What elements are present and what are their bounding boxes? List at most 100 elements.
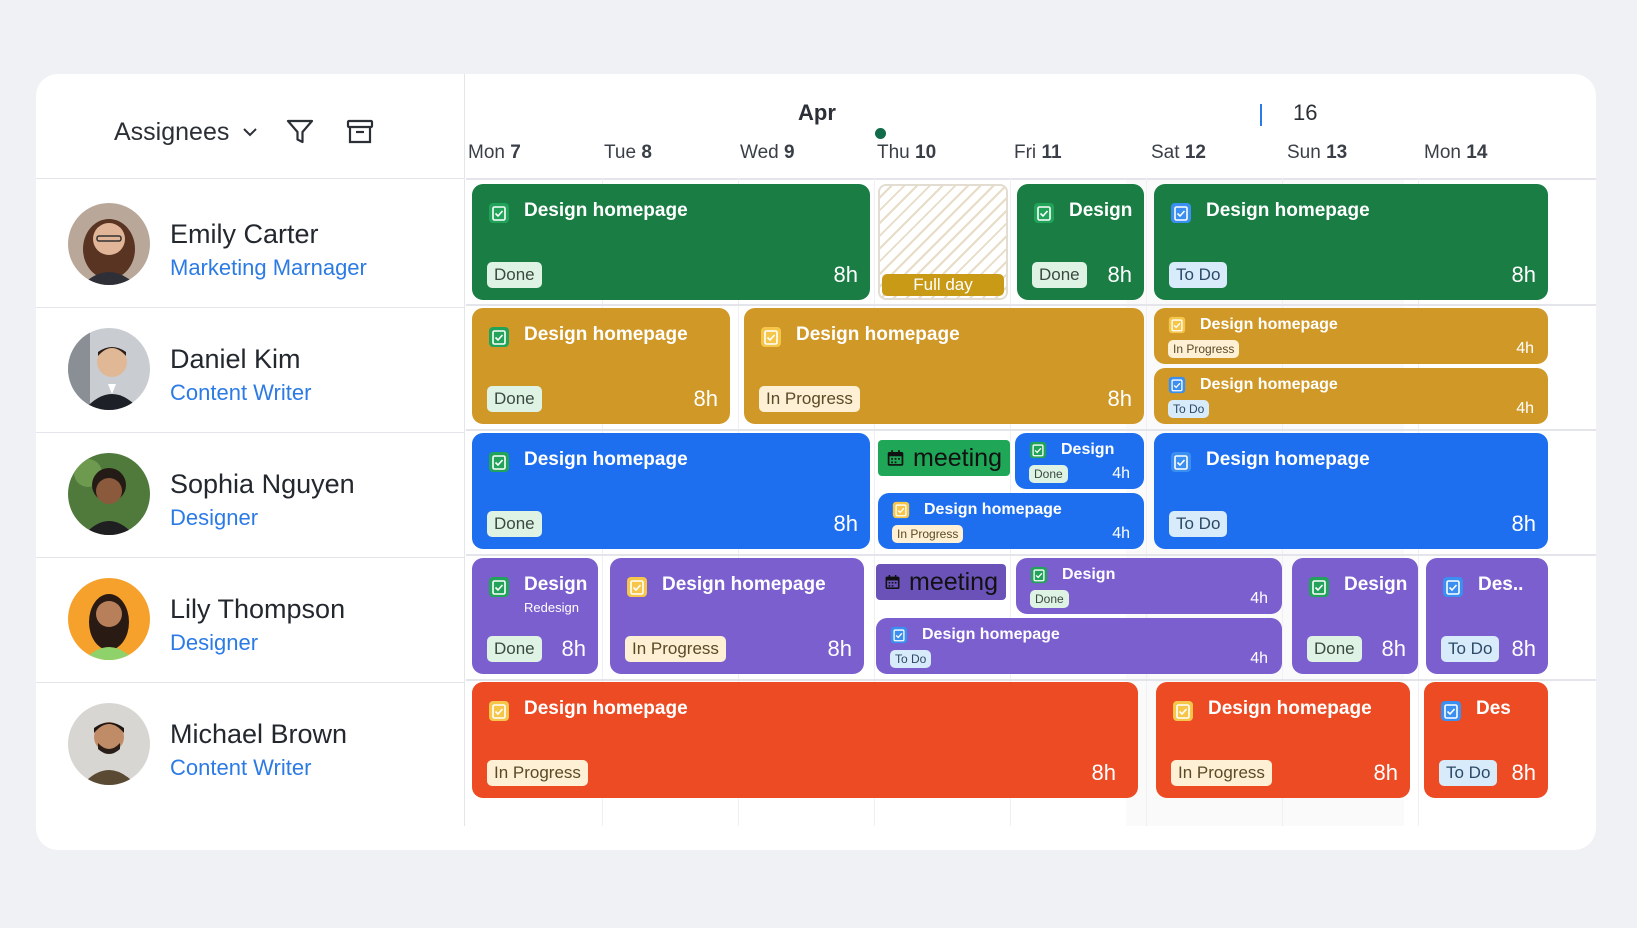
assignee-name: Sophia Nguyen — [170, 469, 355, 499]
status-badge: Done — [487, 511, 542, 537]
task-check-icon — [489, 452, 509, 472]
task-card[interactable]: Design homepage In Progress 4h — [878, 493, 1144, 549]
archive-icon[interactable] — [344, 116, 376, 148]
status-badge: In Progress — [625, 636, 726, 662]
task-card[interactable]: Design homepage In Progress 8h — [472, 682, 1138, 798]
task-check-icon — [1168, 316, 1186, 334]
assignee-name: Michael Brown — [170, 719, 348, 749]
status-badge: To Do — [1169, 511, 1228, 537]
assignee-name: Emily Carter — [170, 219, 319, 249]
task-hours: 8h — [1381, 636, 1406, 661]
task-hours: 4h — [1250, 650, 1268, 667]
task-card[interactable]: Design homepage To Do 4h — [1154, 368, 1548, 424]
task-check-icon — [1171, 203, 1191, 223]
day-header[interactable]: Tue 8 — [604, 142, 652, 164]
task-check-icon — [627, 577, 647, 597]
task-hours: 8h — [1511, 760, 1536, 785]
task-title: Design homepage — [662, 574, 826, 595]
task-card[interactable]: Design Done 4h — [1016, 558, 1282, 614]
task-card[interactable]: Design homepage To Do 4h — [876, 618, 1282, 674]
assignee-row[interactable]: Michael Brown Content Writer — [36, 679, 464, 807]
task-card[interactable]: Design homepage To Do 8h — [1154, 433, 1548, 549]
task-title: Design homepage — [1206, 449, 1370, 470]
task-hours: 4h — [1112, 465, 1130, 482]
task-card[interactable]: Design Done 8h — [1292, 558, 1418, 674]
task-hours: 4h — [1250, 590, 1268, 607]
day-header[interactable]: Mon 7 — [468, 142, 521, 164]
meeting-block[interactable]: meeting — [878, 440, 1010, 476]
task-hours: 8h — [561, 636, 586, 661]
assignee-row[interactable]: Daniel Kim Content Writer — [36, 304, 464, 433]
task-check-icon — [890, 626, 908, 644]
meeting-label: meeting — [909, 567, 998, 596]
meeting-block[interactable]: meeting — [876, 564, 1006, 600]
avatar — [68, 328, 150, 410]
task-check-icon — [892, 501, 910, 519]
assignee-role: Content Writer — [170, 380, 312, 405]
task-check-icon — [1309, 577, 1329, 597]
task-hours: 8h — [1107, 386, 1132, 411]
assignee-name: Lily Thompson — [170, 594, 346, 624]
status-badge: Done — [1030, 590, 1069, 608]
task-check-icon — [1171, 452, 1191, 472]
task-card[interactable]: Design homepage Done 8h — [472, 433, 870, 549]
group-by-dropdown[interactable]: Assignees — [114, 112, 259, 152]
task-card[interactable]: Design homepage In Progress 8h — [1156, 682, 1410, 798]
task-card[interactable]: Design homepage In Progress 8h — [610, 558, 864, 674]
assignee-row[interactable]: Sophia Nguyen Designer — [36, 429, 464, 558]
task-card[interactable]: Design Done 4h — [1015, 433, 1144, 489]
assignee-role: Designer — [170, 505, 259, 530]
status-badge: In Progress — [1171, 760, 1272, 786]
divider — [466, 679, 1596, 681]
task-title: Des — [1476, 698, 1511, 719]
task-title: Des.. — [1478, 574, 1524, 595]
task-check-icon — [1030, 566, 1048, 584]
task-card[interactable]: Des.. To Do 8h — [1426, 558, 1548, 674]
assignee-header: Assignees — [36, 74, 464, 179]
task-card[interactable]: Design Done 8h — [1017, 184, 1144, 300]
task-check-icon — [489, 327, 509, 347]
task-card[interactable]: Design homepage Done 8h — [472, 184, 870, 300]
assignee-column: Assignees Emily Carter Marketing Marnage… — [36, 74, 465, 826]
workload-card: Assignees Emily Carter Marketing Marnage… — [36, 74, 1596, 850]
task-title: Design — [524, 574, 588, 595]
month-label: Apr — [798, 100, 836, 125]
task-title: Design homepage — [1200, 376, 1338, 393]
status-badge: To Do — [890, 650, 932, 668]
day-header[interactable]: Wed 9 — [740, 142, 795, 164]
group-by-label: Assignees — [114, 117, 230, 146]
status-badge: In Progress — [1168, 340, 1240, 358]
task-check-icon — [489, 577, 509, 597]
task-hours: 4h — [1516, 340, 1534, 357]
status-badge: To Do — [1439, 760, 1498, 786]
status-badge: In Progress — [759, 386, 860, 412]
task-card[interactable]: Design homepage To Do 8h — [1154, 184, 1548, 300]
task-hours: 8h — [1091, 760, 1116, 785]
task-check-icon — [1034, 203, 1054, 223]
task-title: Design homepage — [922, 626, 1060, 643]
assignee-row[interactable]: Lily Thompson Designer — [36, 554, 464, 683]
task-card[interactable]: Design Redesign Done 8h — [472, 558, 598, 674]
task-hours: 8h — [827, 636, 852, 661]
day-header[interactable]: Sat 12 — [1151, 142, 1206, 164]
task-card[interactable]: Des To Do 8h — [1424, 682, 1548, 798]
filter-icon[interactable] — [284, 116, 316, 148]
day-header[interactable]: Sun 13 — [1287, 142, 1347, 164]
task-title: Design homepage — [1206, 200, 1370, 221]
full-day-block[interactable]: Full day — [878, 184, 1008, 300]
day-header[interactable]: Mon 14 — [1424, 142, 1487, 164]
task-card[interactable]: Design homepage Done 8h — [472, 308, 730, 424]
day-header-today[interactable]: Thu 10 — [877, 142, 936, 164]
timeline: Apr 16 Mon 7 Tue 8 Wed 9 Thu 10 Fri 11 S… — [466, 74, 1596, 826]
task-card[interactable]: Design homepage In Progress 4h — [1154, 308, 1548, 364]
status-badge: Done — [1029, 465, 1068, 483]
task-hours: 4h — [1516, 400, 1534, 417]
task-title: Design homepage — [524, 698, 688, 719]
meeting-label: meeting — [913, 443, 1002, 472]
today-indicator — [875, 128, 886, 139]
task-card[interactable]: Design homepage In Progress 8h — [744, 308, 1144, 424]
assignee-role: Content Writer — [170, 755, 312, 780]
day-header[interactable]: Fri 11 — [1014, 142, 1062, 164]
assignee-row[interactable]: Emily Carter Marketing Marnager — [36, 179, 464, 308]
task-hours: 8h — [1107, 262, 1132, 287]
